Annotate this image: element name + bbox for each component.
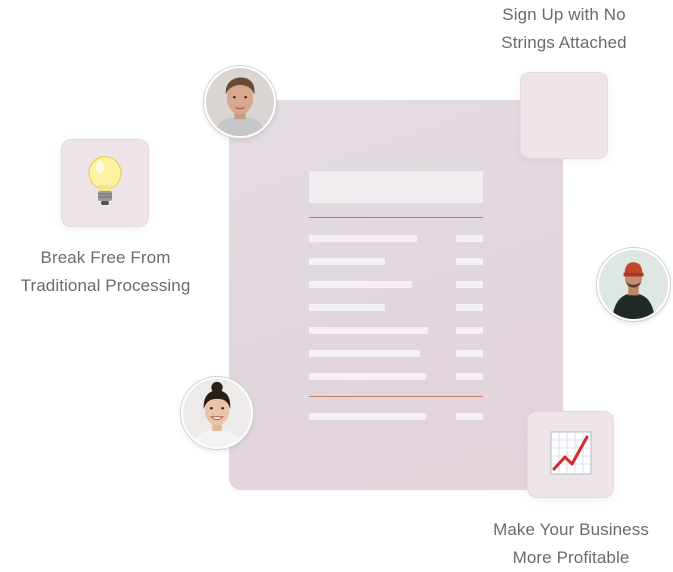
- caption-signup: Sign Up with No Strings Attached: [454, 1, 673, 57]
- document-line-amount: [456, 350, 483, 357]
- caption-profitable-line2: More Profitable: [512, 548, 630, 567]
- feature-tile-profitable: [527, 411, 614, 498]
- caption-signup-line2: Strings Attached: [501, 33, 627, 52]
- document-line: [309, 235, 417, 242]
- document-divider-top: [309, 217, 483, 218]
- document-line: [309, 304, 385, 311]
- document-line: [309, 258, 385, 265]
- caption-signup-line1: Sign Up with No: [502, 5, 626, 24]
- feature-tile-signup: [520, 72, 608, 159]
- avatar-man-top: [204, 66, 276, 138]
- caption-break-free-line2: Traditional Processing: [20, 276, 191, 295]
- caption-profitable-line1: Make Your Business: [493, 520, 649, 539]
- document-header-bar: [309, 171, 483, 203]
- feature-tile-break-free: [61, 139, 149, 227]
- avatar-woman: [181, 377, 253, 449]
- document-line-amount: [456, 258, 483, 265]
- document-line-amount: [456, 235, 483, 242]
- document-line: [309, 373, 426, 380]
- document-divider-bottom: [309, 396, 483, 397]
- document-line: [309, 281, 412, 288]
- caption-profitable: Make Your Business More Profitable: [466, 516, 673, 572]
- caption-break-free-line1: Break Free From: [40, 248, 171, 267]
- document-total-amount: [456, 413, 483, 420]
- avatar-man-beanie: [597, 248, 670, 321]
- document-line-amount: [456, 327, 483, 334]
- document-line: [309, 327, 428, 334]
- document-line-amount: [456, 281, 483, 288]
- chart-increasing-icon: [550, 431, 592, 479]
- document-illustration: [229, 100, 563, 490]
- document-total-line: [309, 413, 426, 420]
- lightbulb-icon: [87, 155, 123, 211]
- document-line-amount: [456, 304, 483, 311]
- document-line-amount: [456, 373, 483, 380]
- caption-break-free: Break Free From Traditional Processing: [0, 244, 211, 300]
- document-line: [309, 350, 420, 357]
